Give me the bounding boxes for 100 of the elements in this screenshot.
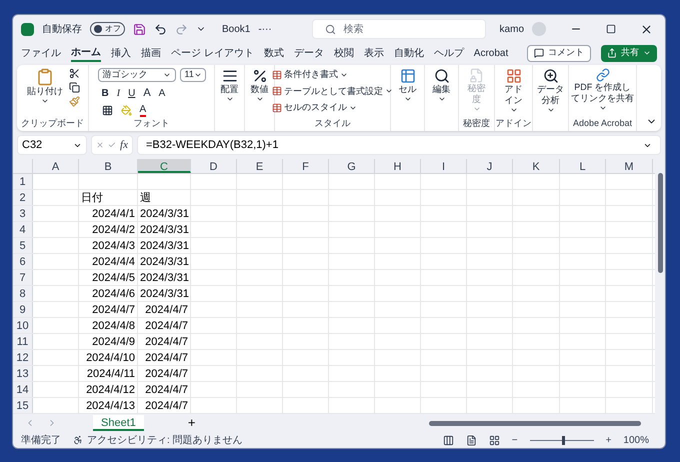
insert-function-button[interactable]: fx [120, 136, 128, 154]
menu-tab[interactable]: 挿入 [111, 44, 131, 62]
search-icon [434, 68, 450, 84]
borders-icon[interactable] [102, 105, 112, 116]
table-cell-text: 2024/4/3 [91, 239, 135, 254]
zoom-out-button[interactable]: − [512, 432, 518, 448]
cells-icon [400, 68, 416, 84]
column-header[interactable]: F [283, 159, 329, 173]
menu-tab[interactable]: 表示 [364, 44, 384, 62]
italic-button[interactable]: I [116, 86, 120, 101]
row-header[interactable]: 11 [13, 334, 33, 349]
style-menu-item[interactable]: テーブルとして書式設定 [272, 84, 393, 98]
underline-button[interactable]: U [128, 86, 136, 101]
group-label: クリップボード [21, 118, 84, 130]
caret-icon [226, 95, 234, 103]
shrink-font-button[interactable]: A [158, 86, 166, 101]
comment-button[interactable]: コメント [527, 44, 591, 62]
accessibility-status: アクセシビリティ: 問題ありません [87, 434, 243, 448]
row-header[interactable]: 7 [13, 270, 33, 285]
row-header[interactable]: 3 [13, 206, 33, 221]
table-cell-text: 2024/4/7 [144, 399, 188, 414]
menu-tab[interactable]: データ [294, 44, 324, 62]
acrobat-button[interactable]: PDF を作成し てリンクを共有 [569, 68, 636, 112]
column-header[interactable]: M [606, 159, 653, 173]
alignment-button[interactable]: 配置 [218, 68, 240, 103]
cells-button[interactable]: セル [396, 68, 418, 103]
lock-file-icon [469, 68, 484, 83]
row-header[interactable]: 10 [13, 318, 33, 333]
save-icon[interactable] [133, 22, 146, 36]
data-analysis-button[interactable]: データ 分析 [535, 68, 566, 114]
column-header[interactable]: G [329, 159, 375, 173]
number-button[interactable]: 数値 [248, 68, 270, 103]
row-header[interactable]: 14 [13, 382, 33, 397]
column-header[interactable]: H [375, 159, 421, 173]
row-header[interactable]: 5 [13, 238, 33, 253]
paste-button[interactable]: 貼り付け [25, 68, 65, 107]
style-menu-item[interactable]: セルのスタイル [272, 101, 393, 114]
menu-tab[interactable]: ホーム [71, 44, 101, 62]
zoom-slider-thumb[interactable] [562, 436, 565, 444]
align-icon [222, 68, 238, 84]
table-cell-text: 2024/4/6 [91, 287, 135, 302]
column-header[interactable]: C [138, 159, 191, 173]
menu-tab[interactable]: Acrobat [474, 44, 508, 62]
page-layout-icon[interactable] [466, 434, 477, 446]
formula-field[interactable]: =B32-WEEKDAY(B32,1)+1 [137, 135, 661, 155]
grow-font-button[interactable]: A [143, 85, 151, 102]
page-break-icon[interactable] [488, 434, 500, 446]
addins-button[interactable]: アド イン [502, 68, 524, 114]
menu-tab[interactable]: 描画 [141, 44, 161, 62]
style-menu-item[interactable]: 条件付き書式 [272, 68, 393, 82]
row-header[interactable]: 6 [13, 254, 33, 269]
menu-tab[interactable]: 数式 [264, 44, 284, 62]
zoom-in-button[interactable]: + [606, 432, 612, 448]
table-cell-text: 2024/4/10 [85, 351, 135, 366]
close-icon[interactable] [640, 22, 653, 36]
row-header[interactable]: 4 [13, 222, 33, 237]
row-header[interactable]: 13 [13, 366, 33, 381]
search-field[interactable]: 検索 [312, 19, 486, 39]
caret-icon [643, 49, 651, 57]
caret-icon [510, 106, 518, 114]
menu-tab[interactable]: ページ レイアウト [171, 44, 254, 62]
column-header[interactable]: D [191, 159, 237, 173]
fill-color-icon[interactable] [120, 105, 132, 116]
column-header[interactable]: L [560, 159, 606, 173]
magnifier-icon [542, 68, 558, 84]
undo-icon[interactable] [154, 22, 167, 36]
font-size-dropdown[interactable]: 11 [180, 68, 206, 82]
table-icon [272, 70, 282, 80]
copy-icon[interactable] [69, 82, 80, 93]
sheet-tab[interactable]: Sheet1 [93, 415, 144, 431]
row-header[interactable]: 12 [13, 350, 33, 365]
menu-tab[interactable]: 自動化 [394, 44, 424, 62]
menu-tab[interactable]: 校閲 [334, 44, 354, 62]
add-sheet-button[interactable]: + [188, 413, 196, 433]
row-header[interactable]: 15 [13, 398, 33, 413]
normal-view-icon[interactable] [442, 434, 454, 446]
name-box[interactable]: C32 [17, 135, 87, 155]
editing-button[interactable]: 編集 [430, 68, 452, 103]
row-header[interactable]: 9 [13, 302, 33, 317]
menu-tab[interactable]: ファイル [21, 44, 61, 62]
bold-button[interactable]: B [102, 86, 109, 101]
cut-icon[interactable] [69, 68, 80, 79]
column-header[interactable]: J [467, 159, 513, 173]
table-icon [272, 102, 282, 113]
maximize-icon[interactable] [606, 24, 616, 34]
autosave-toggle[interactable]: オフ [90, 22, 125, 36]
column-header[interactable]: E [237, 159, 283, 173]
table-cell-text: 2024/4/11 [86, 367, 135, 382]
cancel-icon[interactable] [96, 140, 104, 150]
font-name-dropdown[interactable]: 游ゴシック [98, 68, 176, 82]
share-button[interactable]: 共有 [601, 44, 657, 62]
app-logo [21, 22, 34, 36]
column-header[interactable]: K [513, 159, 560, 173]
column-header[interactable]: I [421, 159, 467, 173]
row-header[interactable]: 2 [13, 190, 33, 205]
font-color-button[interactable]: A [140, 104, 146, 116]
row-header[interactable]: 8 [13, 286, 33, 301]
menu-tab[interactable]: ヘルプ [434, 44, 464, 62]
row-header[interactable]: 1 [13, 174, 33, 189]
column-header[interactable]: A [33, 159, 79, 173]
